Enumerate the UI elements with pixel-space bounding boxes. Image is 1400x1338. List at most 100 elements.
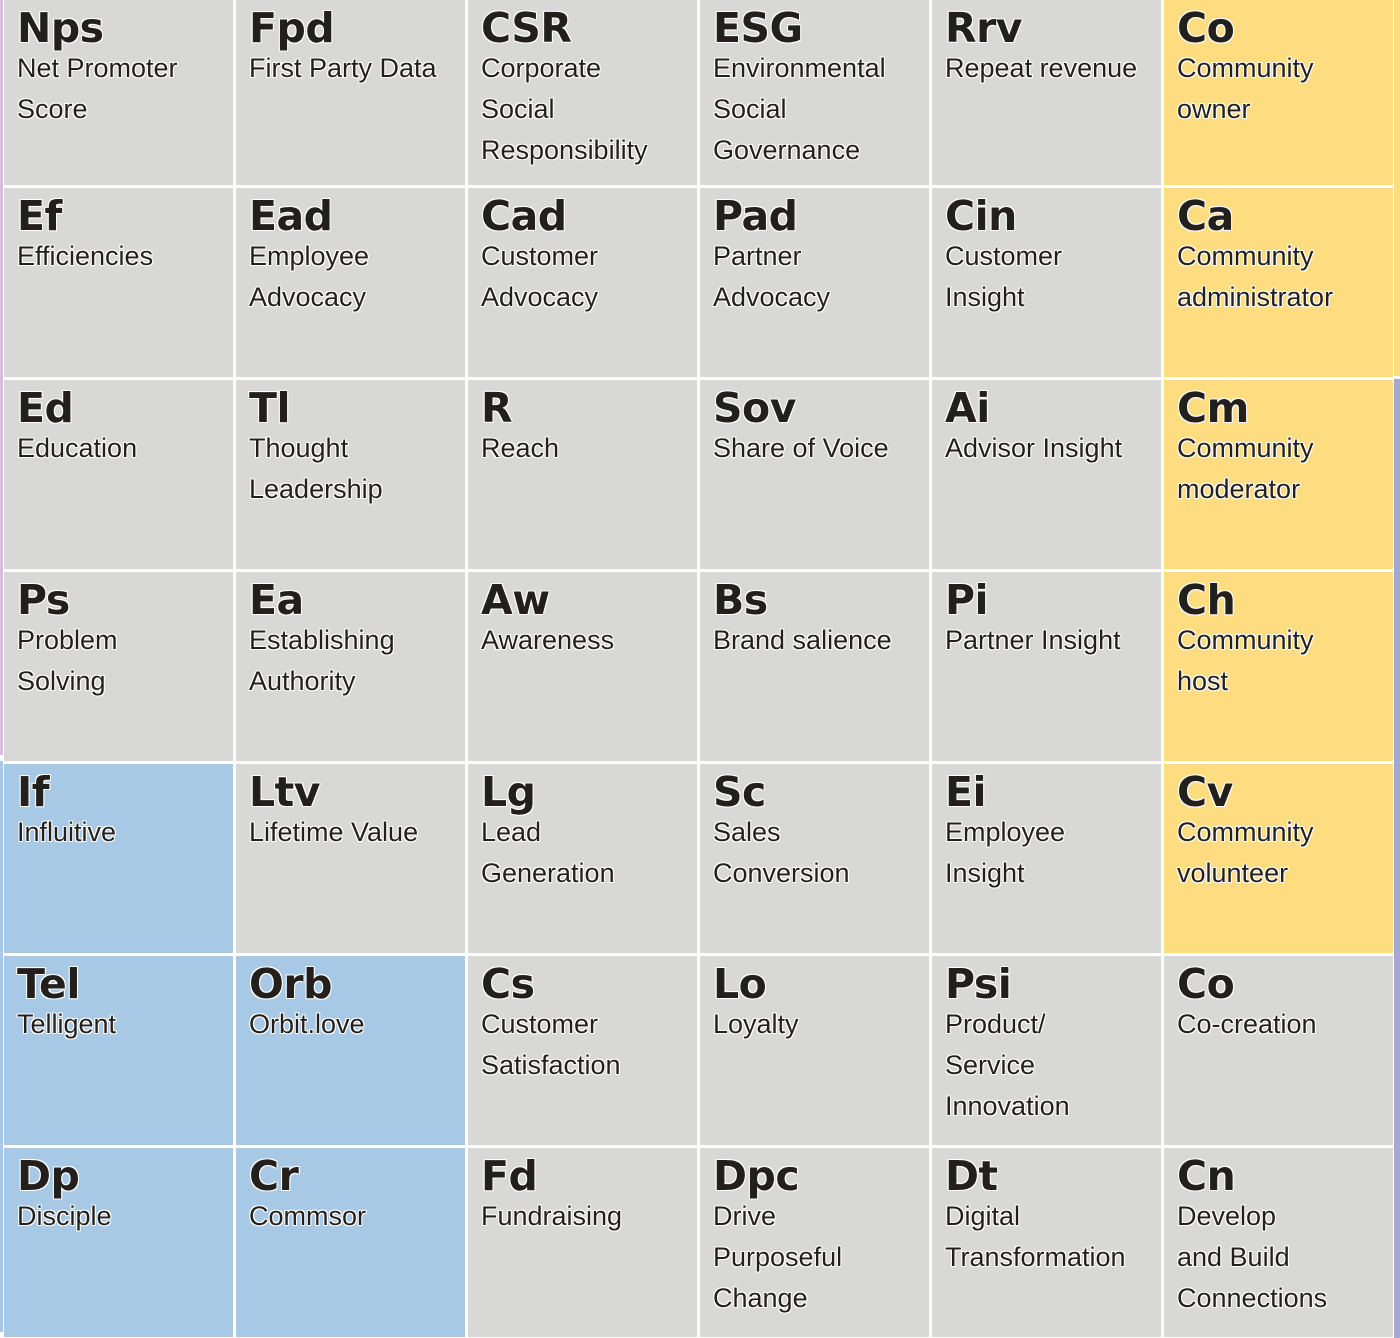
element-name: Develop and Build Connections (1177, 1201, 1328, 1313)
periodic-table-grid: Nps Net Promoter Score Fpd First Party Data… (4, 0, 1394, 1337)
element-name: Repeat revenue (945, 53, 1138, 83)
element-symbol: Pi (945, 576, 989, 624)
element-symbol: CSR (481, 4, 572, 52)
left-edge-strip-top (0, 0, 3, 755)
element-symbol: Lo (713, 960, 767, 1008)
element-name: Fundraising (481, 1201, 623, 1231)
element-name: Customer Advocacy (481, 241, 599, 312)
element-tile: ESG Environmental Social Governance (700, 0, 929, 185)
element-symbol: Cv (1177, 768, 1233, 816)
element-tile: Ei Employee Insight (932, 764, 1161, 953)
element-symbol: Ai (945, 384, 990, 432)
element-tile: Co Community owner (1164, 0, 1393, 185)
element-symbol: Nps (17, 4, 104, 52)
element-symbol: Ed (17, 384, 74, 432)
element-tile: Psi Product/ Service Innovation (932, 956, 1161, 1145)
element-symbol: Psi (945, 960, 1012, 1008)
element-tile: Dpc Drive Purposeful Change (700, 1148, 929, 1337)
element-symbol: Ead (249, 192, 333, 240)
element-tile: Ltv Lifetime Value (236, 764, 465, 953)
element-tile: Ca Community administrator (1164, 188, 1393, 377)
element-symbol: Cad (481, 192, 567, 240)
element-symbol: R (481, 384, 513, 432)
right-edge-strip-bottom (1394, 379, 1400, 1338)
element-symbol: Ef (17, 192, 62, 240)
element-name: Awareness (481, 625, 615, 655)
element-tile: Cad Customer Advocacy (468, 188, 697, 377)
element-symbol: Ch (1177, 576, 1236, 624)
element-tile: Fd Fundraising (468, 1148, 697, 1337)
element-name: Employee Insight (945, 817, 1066, 888)
element-symbol: Tl (249, 384, 291, 432)
element-tile: Dp Disciple (4, 1148, 233, 1337)
element-tile: Cv Community volunteer (1164, 764, 1393, 953)
element-tile: Ch Community host (1164, 572, 1393, 761)
element-tile: Sc Sales Conversion (700, 764, 929, 953)
element-tile: R Reach (468, 380, 697, 569)
element-symbol: ESG (713, 4, 803, 52)
element-symbol: Rrv (945, 4, 1023, 52)
element-symbol: Ltv (249, 768, 320, 816)
element-tile: Nps Net Promoter Score (4, 0, 233, 185)
element-name: Thought Leadership (249, 433, 383, 504)
element-symbol: Sov (713, 384, 796, 432)
element-tile: Cin Customer Insight (932, 188, 1161, 377)
element-name: Share of Voice (713, 433, 889, 463)
element-tile: Bs Brand salience (700, 572, 929, 761)
element-tile: Cs Customer Satisfaction (468, 956, 697, 1145)
element-tile: Dt Digital Transformation (932, 1148, 1161, 1337)
element-symbol: Tel (17, 960, 80, 1008)
element-tile: Ea Establishing Authority (236, 572, 465, 761)
element-tile: If Influitive (4, 764, 233, 953)
element-symbol: Dpc (713, 1152, 800, 1200)
element-name: Net Promoter Score (17, 53, 178, 124)
element-symbol: Dp (17, 1152, 80, 1200)
element-symbol: Cin (945, 192, 1017, 240)
element-name: Drive Purposeful Change (713, 1201, 843, 1313)
element-name: Employee Advocacy (249, 241, 370, 312)
element-tile: Lg Lead Generation (468, 764, 697, 953)
element-name: Community moderator (1177, 433, 1314, 504)
element-symbol: Pad (713, 192, 798, 240)
element-symbol: Cs (481, 960, 535, 1008)
left-edge-strip-bottom (0, 761, 3, 1332)
element-name: Environmental Social Governance (713, 53, 886, 165)
element-name: Partner Insight (945, 625, 1121, 655)
element-name: Advisor Insight (945, 433, 1123, 463)
element-tile: Ai Advisor Insight (932, 380, 1161, 569)
element-name: First Party Data (249, 53, 437, 83)
element-tile: Cm Community moderator (1164, 380, 1393, 569)
element-name: Loyalty (713, 1009, 799, 1039)
element-tile: Aw Awareness (468, 572, 697, 761)
element-tile: Pad Partner Advocacy (700, 188, 929, 377)
element-symbol: Bs (713, 576, 768, 624)
element-tile: Sov Share of Voice (700, 380, 929, 569)
element-symbol: Ei (945, 768, 987, 816)
element-tile: Lo Loyalty (700, 956, 929, 1145)
element-name: Customer Insight (945, 241, 1063, 312)
element-name: Community administrator (1177, 241, 1334, 312)
element-name: Problem Solving (17, 625, 118, 696)
element-name: Sales Conversion (713, 817, 850, 888)
element-name: Lifetime Value (249, 817, 419, 847)
element-symbol: Aw (481, 576, 550, 624)
element-symbol: Co (1177, 4, 1235, 52)
element-name: Reach (481, 433, 560, 463)
element-symbol: Orb (249, 960, 332, 1008)
element-symbol: Lg (481, 768, 536, 816)
element-name: Community volunteer (1177, 817, 1314, 888)
element-name: Partner Advocacy (713, 241, 831, 312)
element-tile: Ead Employee Advocacy (236, 188, 465, 377)
element-name: Product/ Service Innovation (945, 1009, 1070, 1121)
element-tile: Tl Thought Leadership (236, 380, 465, 569)
element-name: Community owner (1177, 53, 1314, 124)
element-name: Efficiencies (17, 241, 154, 271)
element-symbol: Fpd (249, 4, 335, 52)
element-tile: Rrv Repeat revenue (932, 0, 1161, 185)
element-name: Telligent (17, 1009, 117, 1039)
element-name: Disciple (17, 1201, 112, 1231)
element-symbol: Co (1177, 960, 1235, 1008)
element-tile: Pi Partner Insight (932, 572, 1161, 761)
element-name: Corporate Social Responsibility (481, 53, 648, 165)
element-name: Education (17, 433, 138, 463)
